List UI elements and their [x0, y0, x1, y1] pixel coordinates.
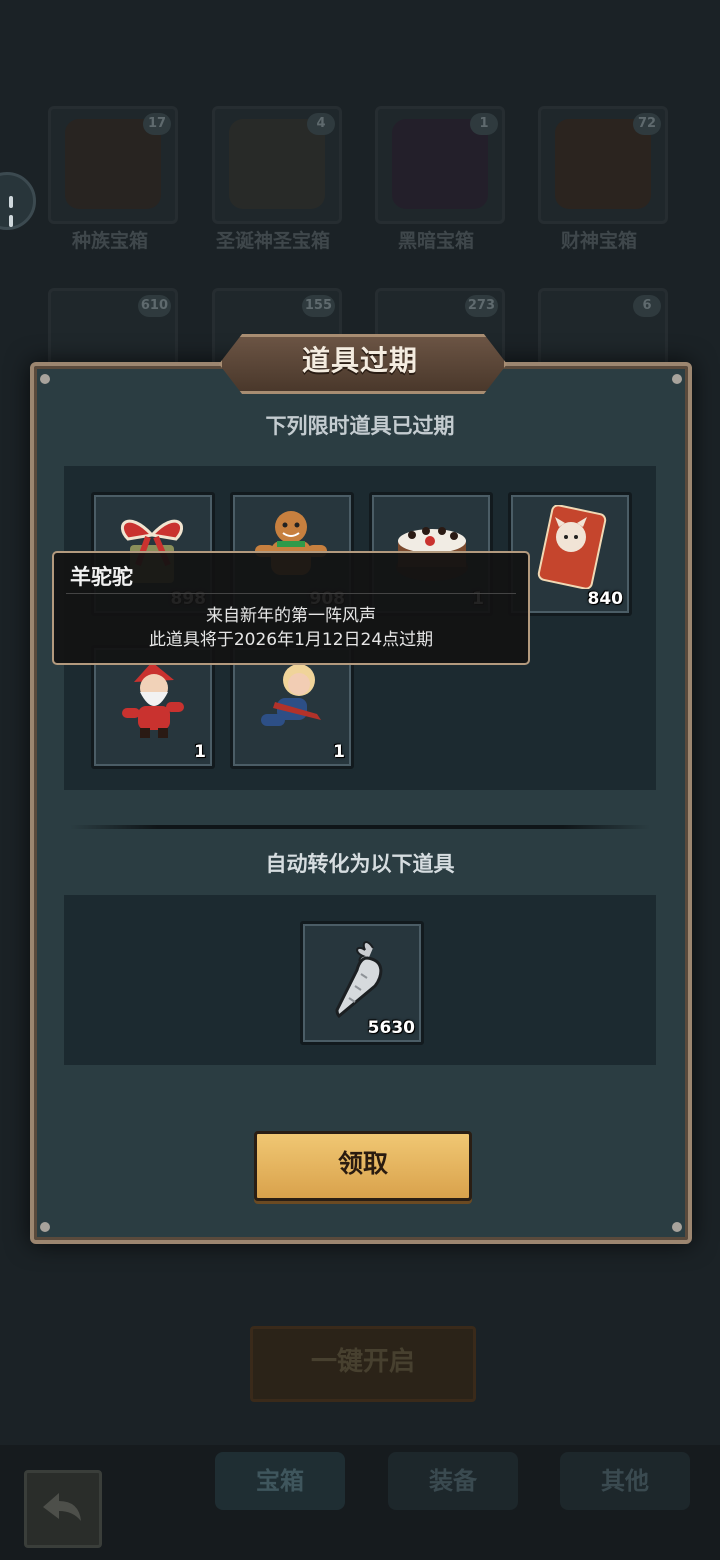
- claim-button[interactable]: 领取: [254, 1131, 472, 1201]
- santa-doll-icon: [122, 662, 184, 738]
- back-button[interactable]: [24, 1470, 102, 1548]
- corner-rivet: [40, 1222, 50, 1232]
- new-year-card-icon: [537, 505, 607, 589]
- tooltip-item-name: 羊驼驼: [70, 565, 133, 589]
- open-all-button[interactable]: 一键开启: [250, 1326, 476, 1402]
- silver-carrot-icon: [335, 941, 383, 1018]
- tooltip-description: 来自新年的第一阵风声: [206, 606, 376, 626]
- chest-card: 1: [375, 106, 505, 224]
- chest-count: 72: [633, 113, 661, 135]
- item-quantity: 1: [333, 742, 345, 762]
- chest-count: 17: [143, 113, 171, 135]
- chest-name: 种族宝箱: [71, 230, 148, 252]
- tab-chest[interactable]: 宝箱: [215, 1452, 345, 1510]
- chest-count: 4: [307, 113, 335, 135]
- dialog-title: 道具过期: [301, 344, 418, 377]
- corner-rivet: [40, 374, 50, 384]
- dialog-title-plate: 道具过期: [205, 334, 515, 394]
- blonde-doll-icon: [261, 664, 321, 726]
- corner-rivet: [672, 1222, 682, 1232]
- chest-count: 1: [470, 113, 498, 135]
- chest-card: 4: [212, 106, 342, 224]
- chest-count: 6: [633, 295, 661, 317]
- converted-heading: 自动转化为以下道具: [265, 852, 455, 876]
- item-quantity: 840: [587, 589, 624, 609]
- tooltip-expiry: 此道具将于2026年1月12日24点过期: [148, 630, 434, 650]
- expired-heading: 下列限时道具已过期: [265, 414, 455, 438]
- chest-count: 155: [301, 295, 335, 317]
- chest-count: 610: [137, 295, 171, 317]
- tooltip-divider: [66, 593, 516, 594]
- chest-card: 72: [538, 106, 668, 224]
- back-arrow-icon: [43, 1493, 81, 1521]
- tab-other[interactable]: 其他: [560, 1452, 690, 1510]
- chest-name: 圣诞神圣宝箱: [215, 230, 330, 252]
- converted-item-slot[interactable]: 5630: [300, 921, 424, 1045]
- item-quantity: 1: [194, 742, 206, 762]
- item-tooltip: 羊驼驼 来自新年的第一阵风声 此道具将于2026年1月12日24点过期: [52, 551, 530, 665]
- chest-name: 财神宝箱: [560, 230, 637, 252]
- corner-rivet: [672, 374, 682, 384]
- chest-count: 273: [464, 295, 498, 317]
- tab-equipment[interactable]: 装备: [388, 1452, 518, 1510]
- chest-name: 黑暗宝箱: [397, 230, 474, 252]
- item-quantity: 5630: [367, 1018, 415, 1038]
- section-divider: [70, 825, 650, 829]
- chest-card: 17: [48, 106, 178, 224]
- chat-bubble-icon[interactable]: [0, 172, 36, 230]
